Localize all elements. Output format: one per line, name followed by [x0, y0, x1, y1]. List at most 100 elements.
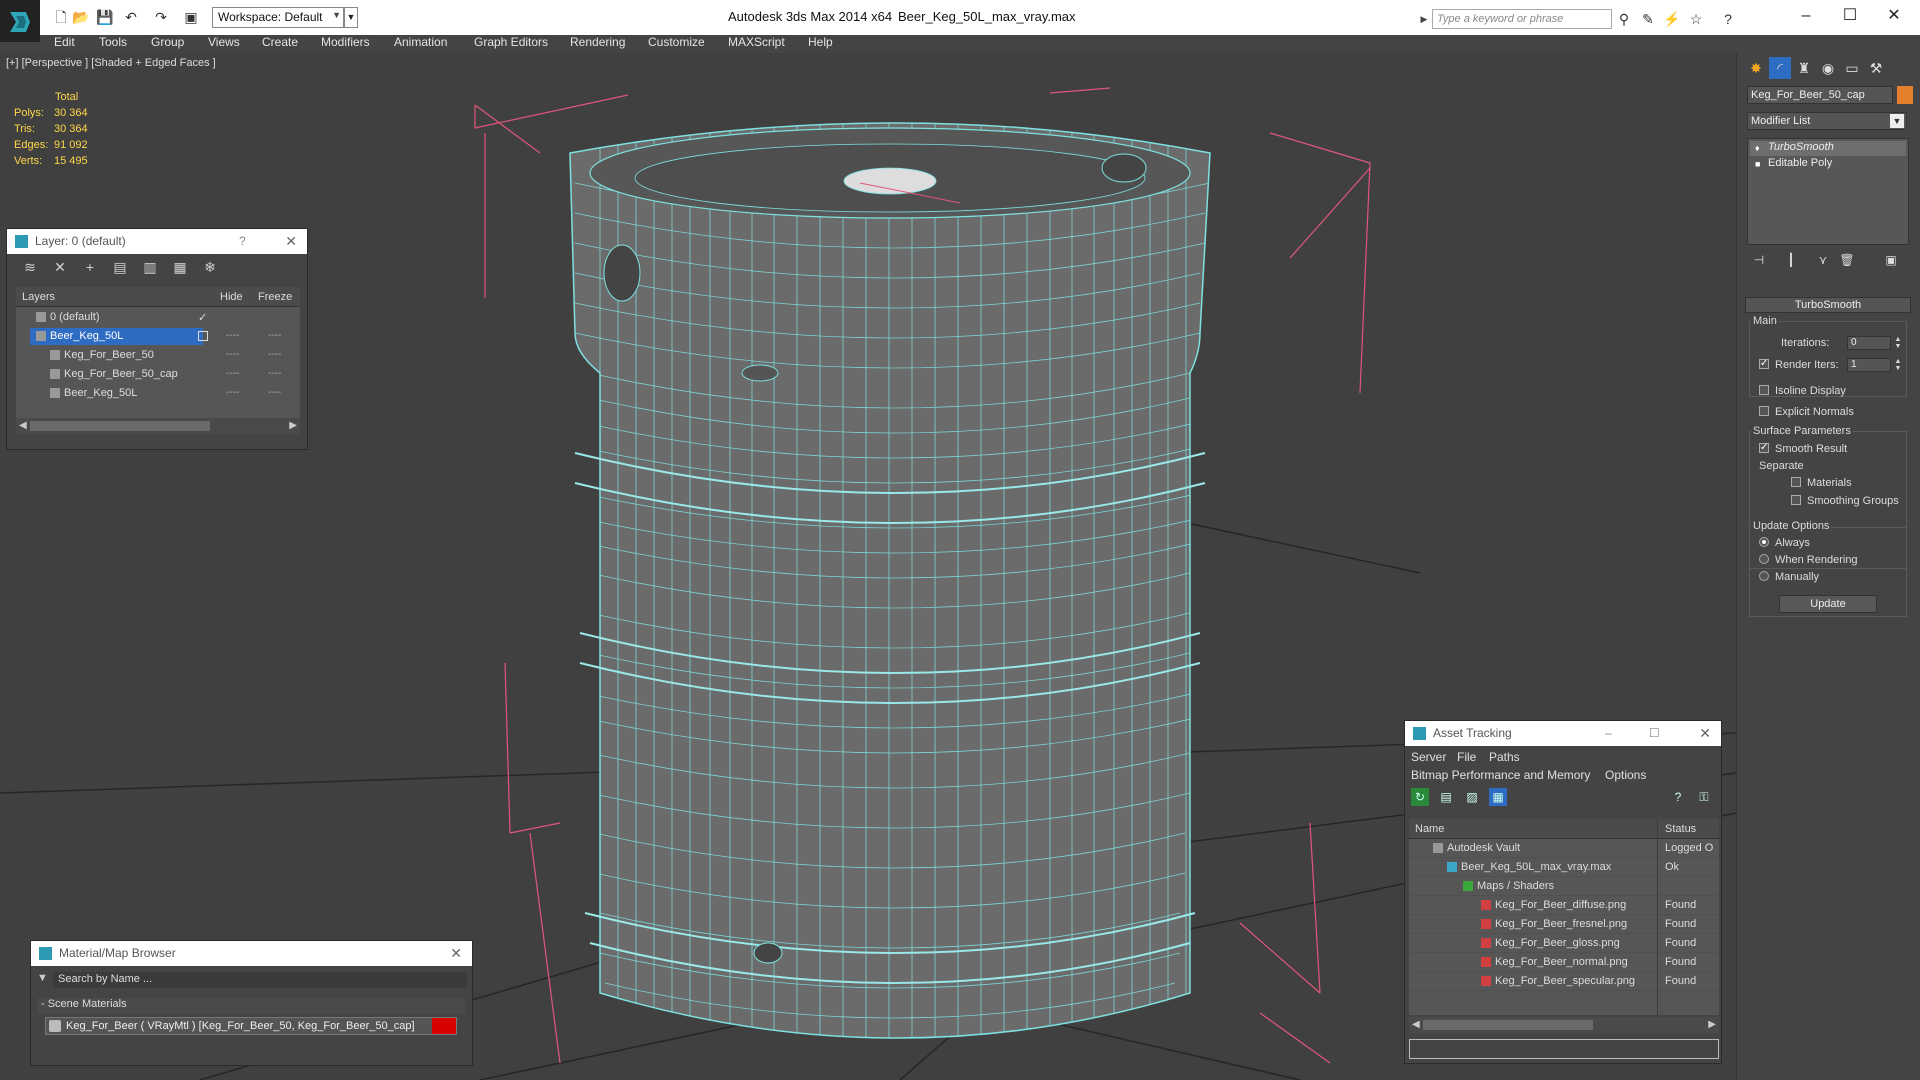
close-button[interactable]: ✕ — [1872, 2, 1916, 30]
make-unique-icon[interactable]: ⋎ — [1815, 253, 1831, 269]
options-menu-icon[interactable]: ▼ — [37, 972, 48, 984]
col-name[interactable]: Name — [1415, 823, 1444, 835]
freeze-all-layers-icon[interactable]: ❄ — [201, 258, 219, 276]
table-view-icon[interactable]: ▦ — [1489, 788, 1507, 806]
create-tab-icon[interactable]: ✸ — [1745, 57, 1767, 79]
turbosmooth-rollout[interactable]: TurboSmooth — [1745, 297, 1911, 313]
help-icon[interactable]: ? — [1669, 788, 1687, 806]
display-tab-icon[interactable]: ▭ — [1841, 57, 1863, 79]
asset-horizontal-scrollbar[interactable]: ◀ ▶ — [1409, 1017, 1719, 1033]
menu-graph-editors[interactable]: Graph Editors — [474, 35, 548, 49]
render-iters-spinner[interactable]: 1 — [1847, 358, 1891, 372]
layer-row-selected[interactable]: Beer_Keg_50L ---- ---- — [16, 327, 300, 346]
layer-object-row[interactable]: Keg_For_Beer_50_cap ---- ---- — [16, 365, 300, 384]
layer-object-row[interactable]: Keg_For_Beer_50 ---- ---- — [16, 346, 300, 365]
asset-row[interactable]: Maps / Shaders — [1409, 877, 1719, 896]
iterations-spinner[interactable]: 0 — [1847, 336, 1891, 350]
hide-all-layers-icon[interactable]: ▦ — [171, 258, 189, 276]
help-icon[interactable]: ? — [1718, 9, 1738, 29]
menu-server[interactable]: Server — [1411, 750, 1446, 764]
close-icon[interactable]: ✕ — [1699, 721, 1711, 746]
update-button[interactable]: Update — [1779, 595, 1877, 613]
delete-layer-icon[interactable]: ✕ — [51, 258, 69, 276]
smoothing-groups-row[interactable]: Smoothing Groups — [1791, 494, 1899, 508]
configure-sets-icon[interactable]: ▣ — [1883, 253, 1899, 269]
object-color-swatch[interactable] — [1897, 86, 1913, 104]
maximize-icon[interactable]: ☐ — [1649, 721, 1660, 746]
materials-checkbox[interactable] — [1791, 477, 1801, 487]
save-file-icon[interactable]: 💾 — [96, 8, 114, 26]
scroll-thumb[interactable] — [1423, 1020, 1593, 1030]
smoothing-groups-checkbox[interactable] — [1791, 495, 1801, 505]
create-layer-icon[interactable]: ≋ — [21, 258, 39, 276]
favorites-star-icon[interactable]: ☆ — [1686, 9, 1706, 29]
menu-bitmap-performance[interactable]: Bitmap Performance and Memory — [1411, 768, 1590, 782]
freeze-toggle[interactable]: ---- — [268, 387, 281, 398]
pin-stack-icon[interactable]: ⊣ — [1751, 253, 1767, 269]
active-layer-check-icon[interactable]: ✓ — [198, 311, 207, 324]
workspace-menu-button[interactable]: ▼ — [344, 7, 358, 28]
close-icon[interactable]: ✕ — [450, 941, 462, 966]
open-file-icon[interactable]: 📂 — [72, 8, 90, 26]
smooth-result-row[interactable]: Smooth Result — [1759, 441, 1847, 456]
asset-row[interactable]: Keg_For_Beer_normal.png Found — [1409, 953, 1719, 972]
menu-paths[interactable]: Paths — [1489, 750, 1520, 764]
freeze-toggle[interactable]: ---- — [268, 330, 281, 341]
app-logo-button[interactable] — [0, 0, 40, 42]
freeze-toggle[interactable]: ---- — [268, 368, 281, 379]
workspace-dropdown[interactable]: Workspace: Default ▼ — [212, 7, 344, 28]
layer-horizontal-scrollbar[interactable]: ◀ ▶ — [16, 418, 300, 434]
isoline-checkbox[interactable] — [1759, 385, 1769, 395]
help-icon[interactable]: ? — [239, 229, 246, 254]
asset-row[interactable]: Autodesk Vault Logged O — [1409, 839, 1719, 858]
hide-toggle[interactable]: ---- — [226, 349, 239, 360]
spinner-arrows-icon[interactable]: ▲ ▼ — [1893, 358, 1903, 372]
scroll-right-icon[interactable]: ▶ — [289, 418, 297, 434]
make-current-box[interactable] — [198, 331, 208, 341]
maximize-button[interactable]: ☐ — [1828, 2, 1872, 30]
stack-item-editable-poly[interactable]: ■ Editable Poly — [1750, 157, 1906, 172]
asset-row[interactable]: Keg_For_Beer_diffuse.png Found — [1409, 896, 1719, 915]
redo-icon[interactable]: ↷ — [152, 8, 170, 26]
search-input[interactable]: Type a keyword or phrase — [1432, 9, 1612, 29]
hide-toggle[interactable]: ---- — [226, 368, 239, 379]
menu-edit[interactable]: Edit — [54, 35, 75, 49]
layer-object-row[interactable]: Beer_Keg_50L ---- ---- — [16, 384, 300, 403]
highlight-layer-icon[interactable]: ▥ — [141, 258, 159, 276]
add-to-layer-icon[interactable]: + — [81, 258, 99, 276]
close-icon[interactable]: ✕ — [285, 229, 297, 254]
select-in-layer-icon[interactable]: ▤ — [111, 258, 129, 276]
motion-tab-icon[interactable]: ◉ — [1817, 57, 1839, 79]
render-iters-row[interactable]: Render Iters: — [1759, 357, 1839, 372]
new-file-icon[interactable]: 🗋 — [52, 8, 70, 26]
menu-modifiers[interactable]: Modifiers — [321, 35, 370, 49]
scroll-left-icon[interactable]: ◀ — [19, 418, 27, 434]
menu-file[interactable]: File — [1457, 750, 1476, 764]
always-radio[interactable] — [1759, 537, 1769, 547]
lightbulb-icon[interactable]: ♦ — [1755, 143, 1763, 153]
search-expand-icon[interactable]: ▶ — [1418, 9, 1430, 29]
menu-group[interactable]: Group — [151, 35, 184, 49]
menu-options[interactable]: Options — [1605, 768, 1646, 782]
menu-views[interactable]: Views — [208, 35, 240, 49]
hide-toggle[interactable]: ---- — [226, 387, 239, 398]
menu-customize[interactable]: Customize — [648, 35, 705, 49]
menu-create[interactable]: Create — [262, 35, 298, 49]
column-divider[interactable] — [1657, 819, 1658, 1015]
material-item[interactable]: Keg_For_Beer ( VRayMtl ) [Keg_For_Beer_5… — [45, 1017, 457, 1035]
scroll-right-icon[interactable]: ▶ — [1708, 1017, 1716, 1033]
materials-row[interactable]: Materials — [1791, 476, 1852, 490]
col-layers[interactable]: Layers — [22, 291, 55, 303]
remove-modifier-icon[interactable]: 🗑 — [1839, 253, 1855, 269]
always-row[interactable]: Always — [1759, 536, 1810, 550]
explicit-normals-checkbox[interactable] — [1759, 406, 1769, 416]
thumbnail-view-icon[interactable]: ▨ — [1463, 788, 1481, 806]
subscription-icon[interactable]: ✎ — [1638, 9, 1658, 29]
scene-materials-group[interactable]: - Scene Materials — [37, 998, 465, 1014]
material-search-input[interactable]: Search by Name ... — [53, 972, 467, 988]
spinner-arrows-icon[interactable]: ▲ ▼ — [1893, 336, 1903, 350]
utilities-tab-icon[interactable]: ⚒ — [1865, 57, 1887, 79]
modifier-list-dropdown[interactable]: Modifier List ▼ — [1747, 112, 1907, 130]
hide-toggle[interactable]: ---- — [226, 330, 239, 341]
expand-icon[interactable]: ■ — [1755, 159, 1763, 169]
